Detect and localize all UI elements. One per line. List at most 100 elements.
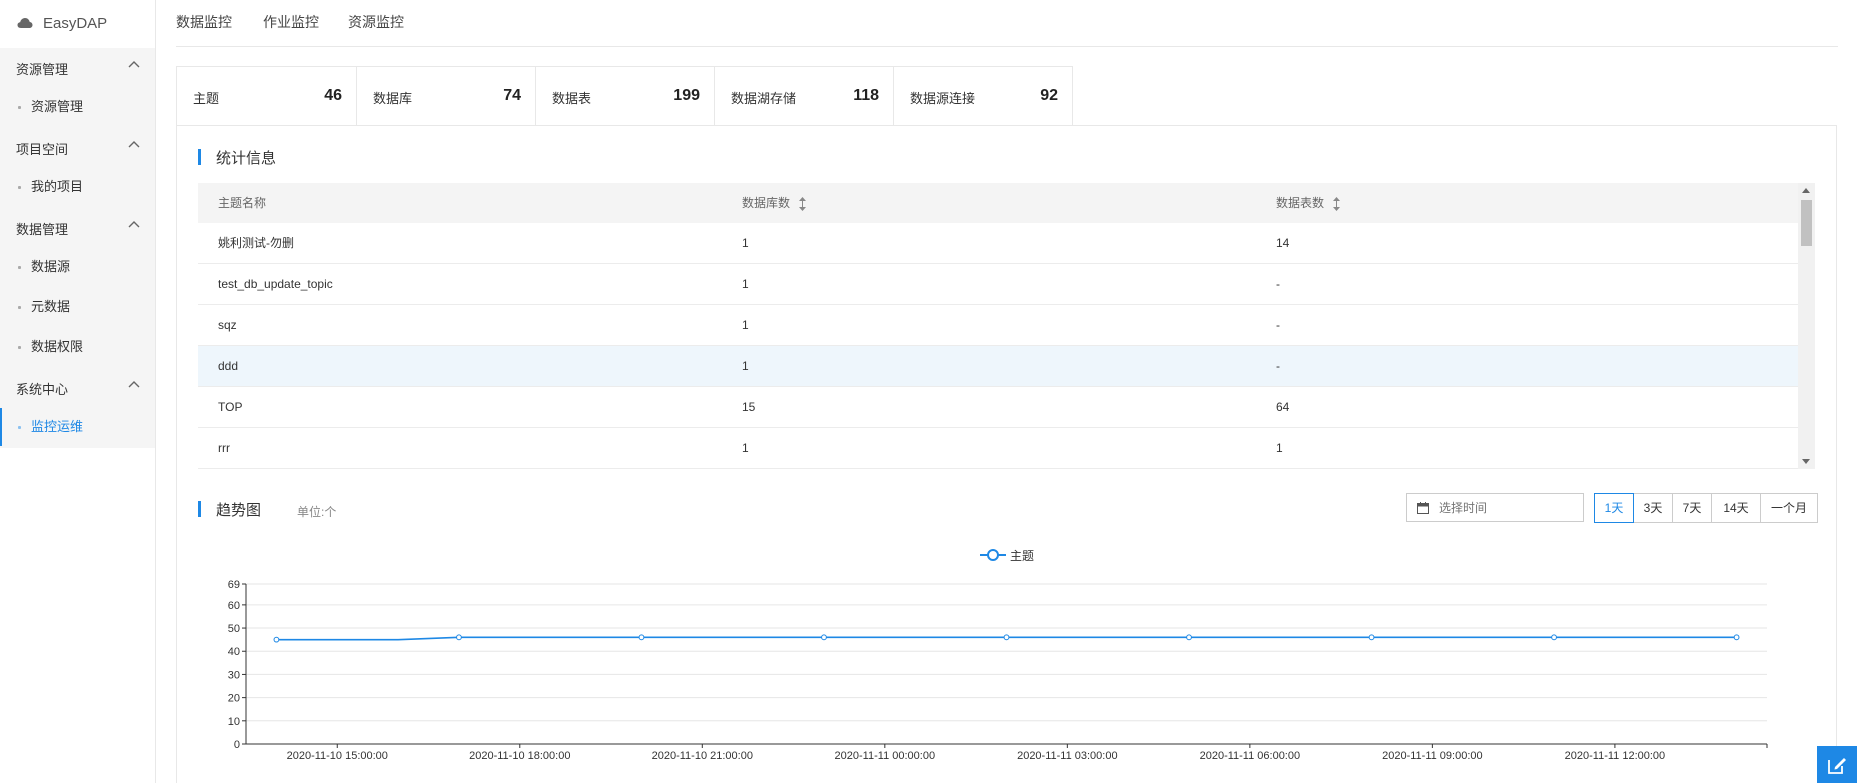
scroll-down-arrow[interactable] (1802, 459, 1810, 464)
chevron-up-icon[interactable] (127, 58, 141, 72)
tab-job-monitor[interactable]: 作业监控 (263, 0, 319, 46)
section-marker (198, 149, 201, 165)
stats-section-title: 统计信息 (198, 147, 277, 168)
trend-title-text: 趋势图 (216, 502, 262, 519)
sidebar-group-title[interactable]: 系统中心 (16, 379, 146, 398)
tab-resource-monitor[interactable]: 资源监控 (348, 0, 404, 46)
range-button-1d[interactable]: 1天 (1594, 493, 1634, 523)
date-input[interactable] (1439, 499, 1574, 517)
y-tick-label: 30 (228, 669, 240, 681)
stat-tab-source-connection[interactable]: 数据源连接 92 (893, 66, 1073, 126)
tab-data-monitor[interactable]: 数据监控 (176, 0, 232, 46)
table-cell: - (1276, 277, 1280, 291)
stat-tab-topic[interactable]: 主题 46 (176, 66, 356, 126)
range-button-7d[interactable]: 7天 (1672, 493, 1712, 523)
stat-tab-value: 92 (1040, 87, 1058, 104)
sidebar-item[interactable]: 元数据 (0, 288, 155, 326)
unit-label: 单位:个 (297, 505, 337, 519)
range-button-month[interactable]: 一个月 (1760, 493, 1818, 523)
sidebar-group-title[interactable]: 资源管理 (16, 59, 146, 78)
stat-tab-value: 118 (853, 87, 879, 104)
sidebar-item-label: 监控运维 (31, 419, 84, 434)
y-tick-label: 50 (228, 623, 240, 635)
bullet-icon (18, 106, 21, 109)
bullet-icon (18, 426, 21, 429)
data-point[interactable] (1733, 634, 1740, 641)
table-row[interactable]: rrr 1 1 (198, 428, 1798, 469)
range-button-3d[interactable]: 3天 (1633, 493, 1673, 523)
stats-title-text: 统计信息 (216, 150, 277, 167)
data-point[interactable] (638, 634, 645, 641)
data-point[interactable] (1003, 634, 1010, 641)
table-cell: ddd (218, 359, 239, 373)
sort-icon[interactable] (1333, 196, 1341, 211)
table-cell: 姚利测试-勿删 (218, 236, 294, 250)
table-row[interactable]: ddd 1 - (198, 346, 1798, 387)
sidebar-group-title[interactable]: 项目空间 (16, 139, 146, 158)
column-header-db-count[interactable]: 数据库数 (742, 183, 807, 223)
cloud-icon (17, 18, 33, 28)
sort-icon[interactable] (799, 196, 807, 211)
bullet-icon (18, 306, 21, 309)
app-logo[interactable]: EasyDAP (17, 13, 107, 33)
x-tick-label: 2020-11-10 15:00:00 (287, 750, 388, 762)
data-point[interactable] (273, 636, 280, 643)
table-row[interactable]: 姚利测试-勿删 1 14 (198, 223, 1798, 264)
sidebar-item-label: 数据源 (31, 259, 71, 274)
data-point[interactable] (1186, 634, 1192, 641)
chevron-up-icon[interactable] (127, 378, 141, 392)
stat-tab-value: 74 (503, 87, 521, 104)
scroll-up-arrow[interactable] (1802, 188, 1810, 193)
column-header-label: 数据库数 (742, 196, 791, 210)
sidebar: EasyDAP 资源管理 资源管理 项目空间 我的项目 数据管理 数据源 元数据 数据权限 系统… (0, 0, 156, 783)
y-tick-label: 0 (234, 739, 240, 751)
bullet-icon (18, 186, 21, 189)
sidebar-item-label: 元数据 (31, 299, 71, 314)
table-cell: TOP (218, 400, 243, 414)
table-cell: rrr (218, 441, 230, 455)
table-cell: 64 (1276, 400, 1290, 414)
table-row[interactable]: TOP 15 64 (198, 387, 1798, 428)
table-cell: 1 (742, 318, 749, 332)
stat-tab-table[interactable]: 数据表 199 (535, 66, 714, 126)
x-tick-label: 2020-11-11 06:00:00 (1200, 750, 1301, 762)
data-point[interactable] (456, 634, 462, 641)
sidebar-item[interactable]: 监控运维 (0, 408, 155, 446)
table-cell: - (1276, 359, 1280, 373)
sidebar-item-label: 资源管理 (31, 99, 84, 114)
stat-tab-database[interactable]: 数据库 74 (356, 66, 535, 126)
table-row[interactable]: test_db_update_topic 1 - (198, 264, 1798, 305)
chevron-up-icon[interactable] (127, 218, 141, 232)
bullet-icon (18, 266, 21, 269)
stat-tab-label: 数据源连接 (910, 91, 976, 106)
y-tick-label: 69 (228, 579, 240, 591)
data-point[interactable] (821, 634, 827, 641)
table-row[interactable]: sqz 1 - (198, 305, 1798, 346)
stat-tab-label: 数据湖存储 (731, 91, 797, 106)
x-tick-label: 2020-11-11 12:00:00 (1565, 750, 1666, 762)
range-button-14d[interactable]: 14天 (1711, 493, 1761, 523)
table-scrollbar[interactable] (1798, 183, 1815, 469)
sidebar-group-title[interactable]: 数据管理 (16, 219, 146, 238)
edit-fab[interactable] (1817, 746, 1857, 783)
chevron-up-icon[interactable] (127, 138, 141, 152)
x-tick-label: 2020-11-10 21:00:00 (652, 750, 753, 762)
sidebar-group-label: 资源管理 (16, 62, 69, 77)
column-header-label: 数据表数 (1276, 196, 1325, 210)
sidebar-item[interactable]: 数据源 (0, 248, 155, 286)
data-point[interactable] (1551, 634, 1557, 641)
table-cell: 1 (742, 236, 749, 250)
sidebar-item[interactable]: 资源管理 (0, 88, 155, 126)
table-cell: - (1276, 318, 1280, 332)
sidebar-item[interactable]: 我的项目 (0, 168, 155, 206)
table-cell: 15 (742, 400, 756, 414)
sidebar-item[interactable]: 数据权限 (0, 328, 155, 366)
table-cell: 1 (742, 359, 749, 373)
column-header-table-count[interactable]: 数据表数 (1276, 183, 1341, 223)
app-title: EasyDAP (43, 14, 108, 32)
data-point[interactable] (1368, 634, 1375, 641)
stat-tab-value: 46 (324, 87, 342, 104)
scroll-thumb[interactable] (1801, 200, 1812, 246)
date-picker[interactable] (1406, 493, 1584, 522)
stat-tab-lake-storage[interactable]: 数据湖存储 118 (714, 66, 893, 126)
